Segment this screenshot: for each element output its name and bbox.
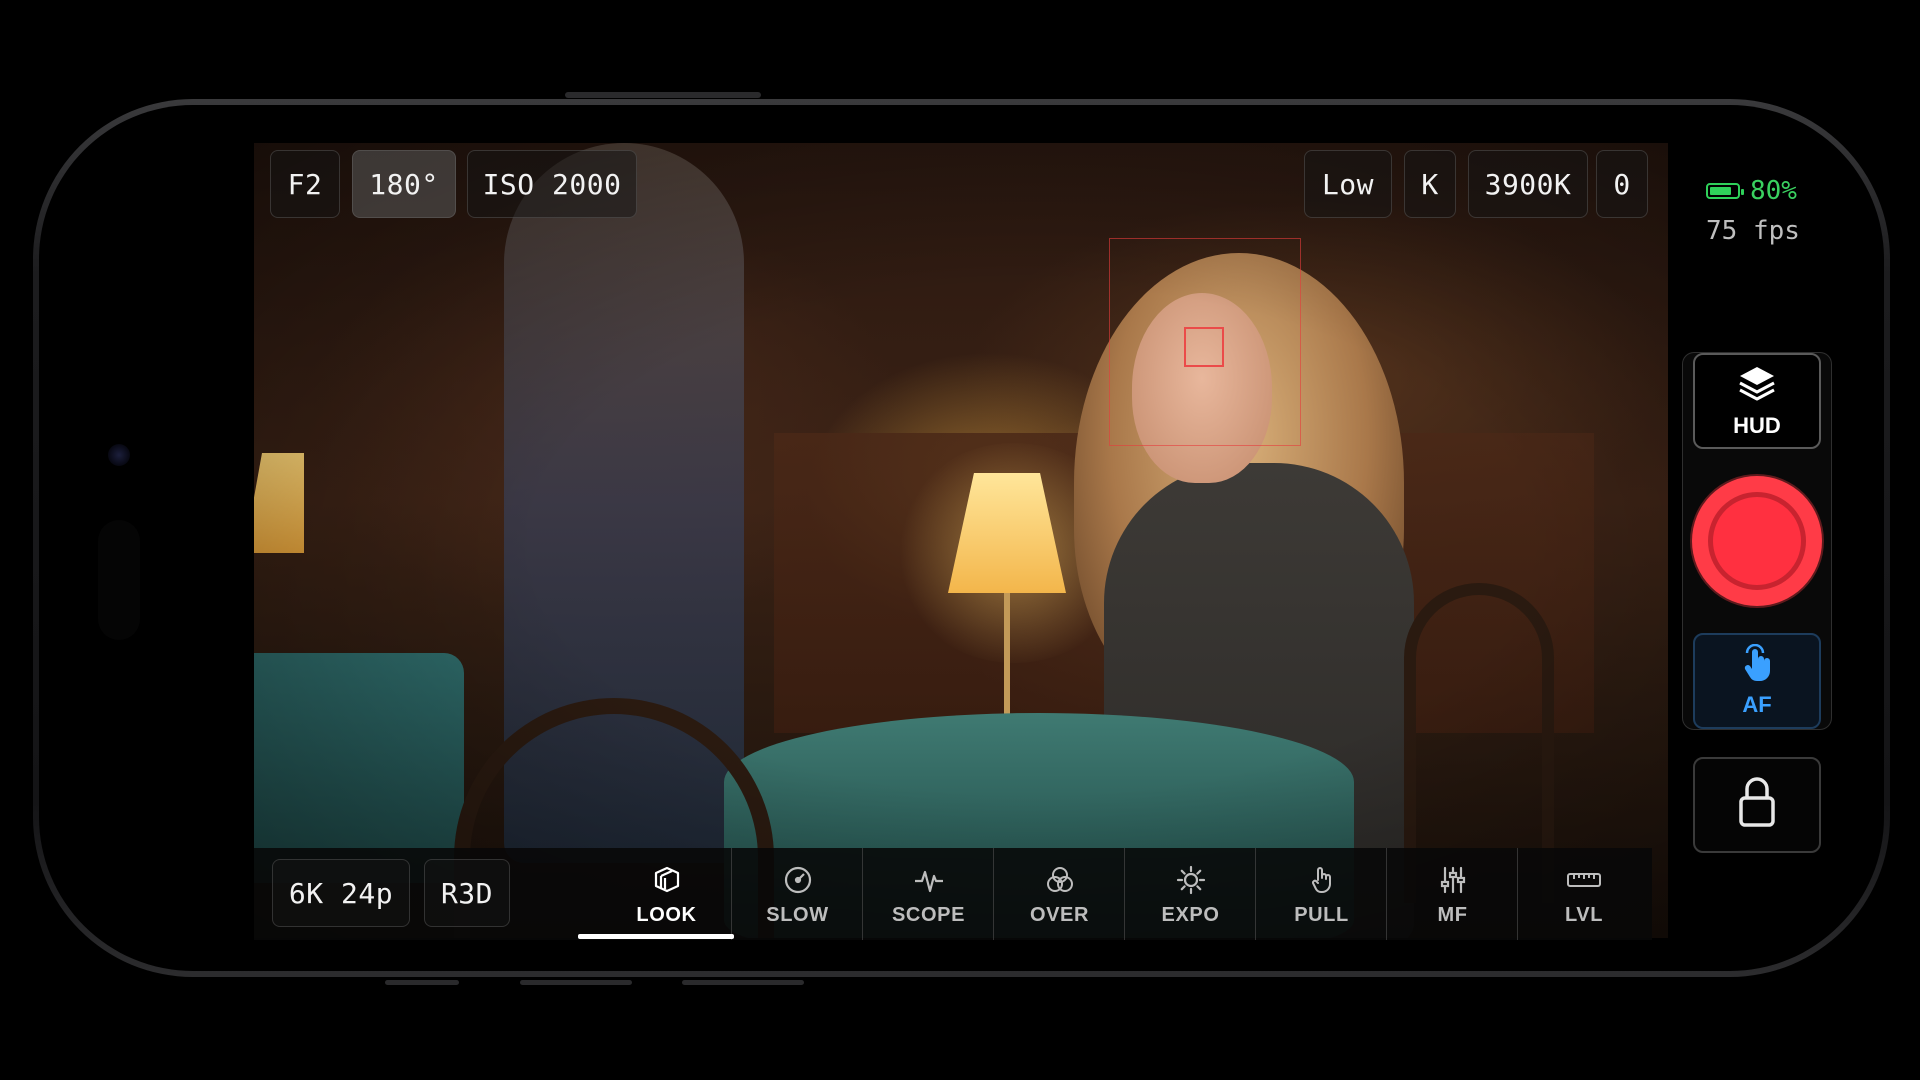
side-button <box>385 980 459 985</box>
active-tab-indicator <box>578 934 734 939</box>
fps-readout: 75 fps <box>1706 216 1800 246</box>
battery-level-fill <box>1710 187 1731 195</box>
toolbar-item-scope[interactable]: SCOPE <box>864 848 994 940</box>
dynamic-island <box>98 520 140 640</box>
shutter-angle-chip[interactable]: 180° <box>352 150 456 218</box>
ruler-icon <box>1566 862 1602 898</box>
tap-hand-icon <box>1737 643 1777 690</box>
toolbar-item-label: EXPO <box>1161 903 1220 926</box>
tint-value-chip[interactable]: 0 <box>1596 150 1648 218</box>
eye-focus-box[interactable] <box>1184 327 1224 367</box>
hud-button[interactable]: HUD <box>1693 353 1821 449</box>
hand-tap-icon <box>1304 862 1340 898</box>
codec-chip[interactable]: R3D <box>424 859 510 927</box>
waveform-icon <box>911 862 947 898</box>
toolbar-item-over[interactable]: OVER <box>995 848 1125 940</box>
front-camera <box>108 444 130 466</box>
lock-button[interactable] <box>1693 757 1821 853</box>
side-button <box>520 980 632 985</box>
speedometer-icon <box>780 862 816 898</box>
toolbar-item-lvl[interactable]: LVL <box>1519 848 1649 940</box>
white-balance-chip[interactable]: 3900K <box>1468 150 1588 218</box>
sliders-icon <box>1435 862 1471 898</box>
autofocus-button[interactable]: AF <box>1693 633 1821 729</box>
toolbar-item-label: OVER <box>1029 903 1090 926</box>
aperture-chip[interactable]: F2 <box>270 150 340 218</box>
layers-icon <box>1737 363 1777 409</box>
camera-viewfinder[interactable] <box>254 143 1668 938</box>
tint-mode-chip[interactable]: Low <box>1304 150 1392 218</box>
lock-icon <box>1736 775 1778 835</box>
battery-status: 80% <box>1706 176 1797 206</box>
resolution-framerate-chip[interactable]: 6K 24p <box>272 859 410 927</box>
sun-icon <box>1173 862 1209 898</box>
toolbar-item-slow[interactable]: SLOW <box>733 848 863 940</box>
record-icon <box>1708 492 1806 590</box>
toolbar-item-label: LVL <box>1564 903 1604 926</box>
toolbar-item-mf[interactable]: MF <box>1388 848 1518 940</box>
toolbar-item-label: MF <box>1437 903 1468 926</box>
toolbar-item-label: SLOW <box>766 903 829 926</box>
iso-chip[interactable]: ISO 2000 <box>467 150 637 218</box>
volume-button <box>565 92 761 98</box>
cube-layers-icon <box>649 862 685 898</box>
toolbar-item-pull[interactable]: PULL <box>1257 848 1387 940</box>
hud-label: HUD <box>1733 413 1781 438</box>
battery-percent: 80% <box>1750 176 1797 206</box>
toolbar-item-label: PULL <box>1294 903 1349 926</box>
toolbar-item-label: LOOK <box>636 903 697 926</box>
side-button <box>682 980 804 985</box>
toolbar-item-look[interactable]: LOOK <box>602 848 732 940</box>
overlay-circles-icon <box>1042 862 1078 898</box>
kelvin-unit-chip[interactable]: K <box>1404 150 1456 218</box>
toolbar-item-label: SCOPE <box>891 903 966 926</box>
record-button[interactable] <box>1692 476 1822 606</box>
toolbar-item-expo[interactable]: EXPO <box>1126 848 1256 940</box>
af-label: AF <box>1742 692 1772 717</box>
scene-vignette <box>254 143 1668 938</box>
battery-icon <box>1706 183 1744 199</box>
